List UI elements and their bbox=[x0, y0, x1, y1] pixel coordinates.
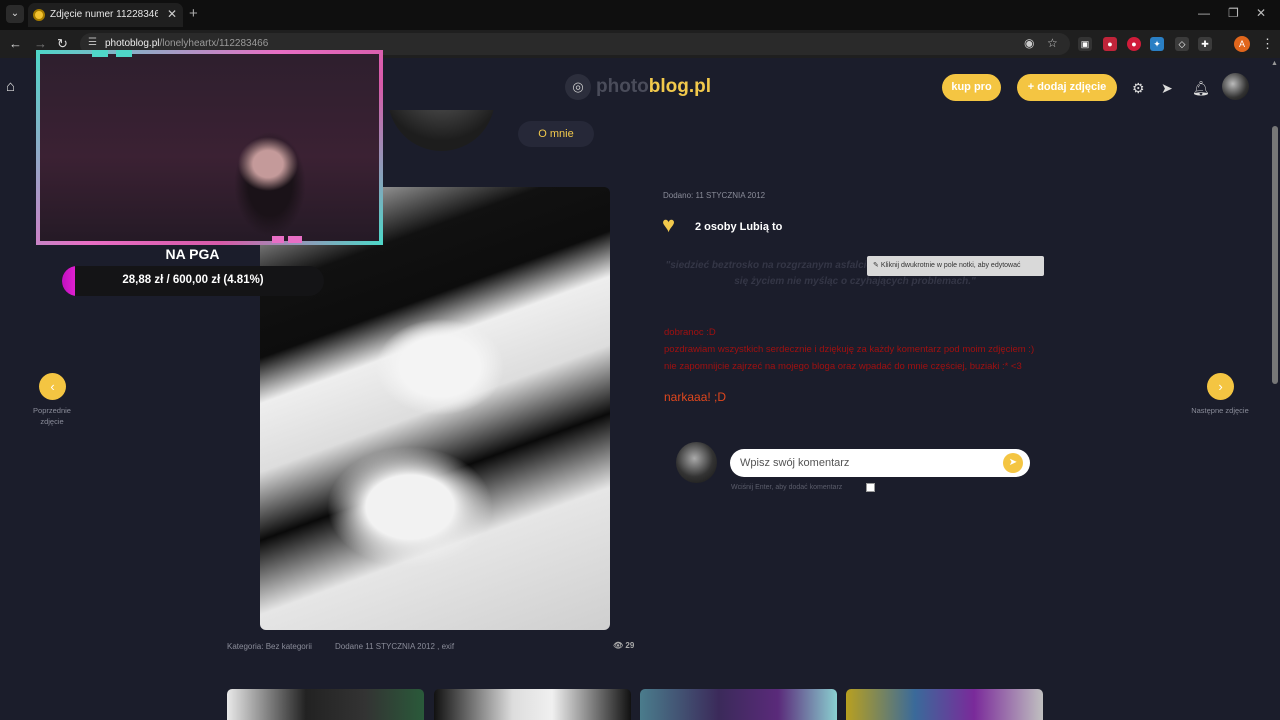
previous-photo-button[interactable]: ‹ bbox=[39, 373, 66, 400]
frame-accent bbox=[288, 236, 302, 243]
likes-count[interactable]: 2 osoby Lubią to bbox=[695, 221, 782, 233]
views-count: 👁︎ 29 bbox=[613, 641, 635, 650]
favicon-icon bbox=[33, 9, 45, 21]
browser-tab[interactable]: Zdjęcie numer 112283466 autor ✕ bbox=[28, 3, 183, 27]
scroll-thumb[interactable] bbox=[1272, 126, 1278, 384]
eye-icon: 👁︎ bbox=[613, 641, 626, 650]
extension-icon[interactable]: ● bbox=[1127, 37, 1141, 51]
browser-tab-bar: ⌄ Zdjęcie numer 112283466 autor ✕ + — ❐ … bbox=[0, 0, 1280, 30]
description-line: nie zapomnijcie zajrzeć na mojego bloga … bbox=[664, 361, 1022, 372]
extension-icon[interactable]: ✦ bbox=[1150, 37, 1164, 51]
site-info-icon[interactable]: ☰ bbox=[88, 37, 97, 48]
category-info: Kategoria: Bez kategorii bbox=[227, 642, 312, 651]
back-icon[interactable]: ← bbox=[9, 36, 22, 51]
menu-kebab-icon[interactable]: ⋮ bbox=[1261, 36, 1274, 52]
date-added: Dodano: 11 STYCZNIA 2012 bbox=[663, 191, 766, 200]
new-tab-icon[interactable]: + bbox=[189, 5, 198, 22]
bookmark-star-icon[interactable]: ☆ bbox=[1047, 36, 1058, 50]
frame-accent bbox=[272, 236, 284, 243]
heart-like-icon[interactable]: ♥ bbox=[662, 213, 675, 237]
related-photo-thumb[interactable] bbox=[846, 689, 1043, 720]
forward-icon[interactable]: → bbox=[34, 36, 47, 51]
enter-to-submit-checkbox[interactable] bbox=[866, 483, 875, 492]
donation-goal-title: NA PGA bbox=[165, 246, 220, 262]
next-photo-label[interactable]: Następne zdjęcie bbox=[1190, 405, 1250, 416]
added-footer: Dodane 11 STYCZNIA 2012 , exif bbox=[335, 642, 455, 651]
commenter-avatar bbox=[676, 442, 717, 483]
url-text: photoblog.pl/lonelyheartx/112283466 bbox=[105, 38, 269, 49]
bell-icon[interactable]: 🔔︎ bbox=[1192, 80, 1210, 97]
comment-input[interactable] bbox=[730, 449, 1030, 477]
user-avatar[interactable] bbox=[1222, 73, 1249, 100]
frame-accent bbox=[92, 50, 108, 57]
next-photo-button[interactable]: › bbox=[1207, 373, 1234, 400]
related-photo-thumb[interactable] bbox=[434, 689, 631, 720]
add-photo-button[interactable]: + dodaj zdjęcie bbox=[1017, 74, 1117, 101]
minimize-icon[interactable]: — bbox=[1198, 6, 1210, 20]
exif-link[interactable]: , exif bbox=[437, 642, 454, 651]
description-line: pozdrawiam wszystkich serdecznie i dzięk… bbox=[664, 344, 1034, 355]
window-close-icon[interactable]: ✕ bbox=[1256, 6, 1266, 20]
related-photo-thumb[interactable] bbox=[640, 689, 837, 720]
close-tab-icon[interactable]: ✕ bbox=[167, 7, 177, 21]
send-plane-icon[interactable]: ➤ bbox=[1161, 80, 1173, 97]
about-me-button[interactable]: O mnie bbox=[518, 121, 594, 147]
post-description: dobranoc :D pozdrawiam wszystkich serdec… bbox=[664, 324, 1034, 375]
post-signoff: narkaaa! ;D bbox=[664, 390, 727, 404]
previous-photo-label[interactable]: Poprzednie zdjęcie bbox=[22, 405, 82, 427]
category-link[interactable]: Bez kategorii bbox=[266, 642, 312, 651]
donation-goal-text: 28,88 zł / 600,00 zł (4.81%) bbox=[122, 274, 264, 286]
related-photo-thumb[interactable] bbox=[227, 689, 424, 720]
extensions-puzzle-icon[interactable]: ✚ bbox=[1198, 37, 1212, 51]
description-line: dobranoc :D bbox=[664, 327, 716, 338]
frame-accent bbox=[116, 50, 132, 57]
extension-icon[interactable]: ● bbox=[1103, 37, 1117, 51]
scroll-up-icon[interactable]: ▲ bbox=[1271, 60, 1278, 67]
main-photo[interactable] bbox=[260, 187, 610, 630]
profile-photo[interactable] bbox=[388, 110, 495, 152]
settings-gear-icon[interactable]: ⚙ bbox=[1132, 80, 1145, 97]
edit-tooltip: ✎ Kliknij dwukrotnie w pole notki, aby e… bbox=[867, 256, 1044, 276]
page-scrollbar[interactable]: ▲ bbox=[1270, 58, 1280, 720]
extension-icon[interactable]: ▣ bbox=[1078, 37, 1092, 51]
extension-icon[interactable]: ◇ bbox=[1175, 37, 1189, 51]
profile-avatar[interactable]: A bbox=[1234, 36, 1250, 52]
pencil-icon: ✎ bbox=[873, 262, 881, 269]
eye-off-icon[interactable]: ◉ bbox=[1024, 36, 1034, 50]
camera-icon: ◎ bbox=[565, 74, 591, 100]
tab-title: Zdjęcie numer 112283466 autor bbox=[50, 9, 158, 20]
home-icon[interactable]: ⌂ bbox=[6, 78, 15, 95]
buy-pro-button[interactable]: kup pro bbox=[942, 74, 1001, 101]
donation-goal-bar: 28,88 zł / 600,00 zł (4.81%) bbox=[62, 266, 324, 296]
webcam-overlay bbox=[36, 50, 383, 245]
restore-icon[interactable]: ❐ bbox=[1228, 6, 1239, 20]
send-comment-icon[interactable]: ➤ bbox=[1003, 453, 1023, 473]
tab-search-button[interactable]: ⌄ bbox=[6, 5, 24, 23]
enter-hint: Wciśnij Enter, aby dodać komentarz bbox=[731, 484, 843, 491]
